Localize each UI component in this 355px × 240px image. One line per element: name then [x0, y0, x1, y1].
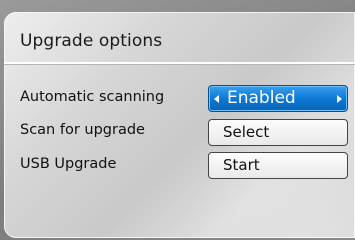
dialog-title: Upgrade options — [20, 31, 163, 51]
arrow-left-icon[interactable] — [214, 95, 219, 103]
scan-for-upgrade-button-label: Select — [223, 123, 270, 141]
automatic-scanning-value: Enabled — [227, 88, 296, 108]
scan-for-upgrade-button[interactable]: Select — [208, 119, 348, 146]
usb-upgrade-button-label: Start — [223, 156, 260, 174]
usb-upgrade-button[interactable]: Start — [208, 152, 348, 179]
scan-for-upgrade-label: Scan for upgrade — [20, 122, 145, 138]
arrow-right-icon[interactable] — [337, 95, 342, 103]
upgrade-options-dialog: Upgrade options Automatic scanning Enabl… — [4, 12, 355, 238]
automatic-scanning-selector[interactable]: Enabled — [208, 85, 348, 112]
automatic-scanning-label: Automatic scanning — [20, 89, 165, 105]
title-divider — [4, 62, 355, 64]
tv-screen: Upgrade options Automatic scanning Enabl… — [0, 0, 355, 240]
usb-upgrade-label: USB Upgrade — [20, 156, 117, 172]
